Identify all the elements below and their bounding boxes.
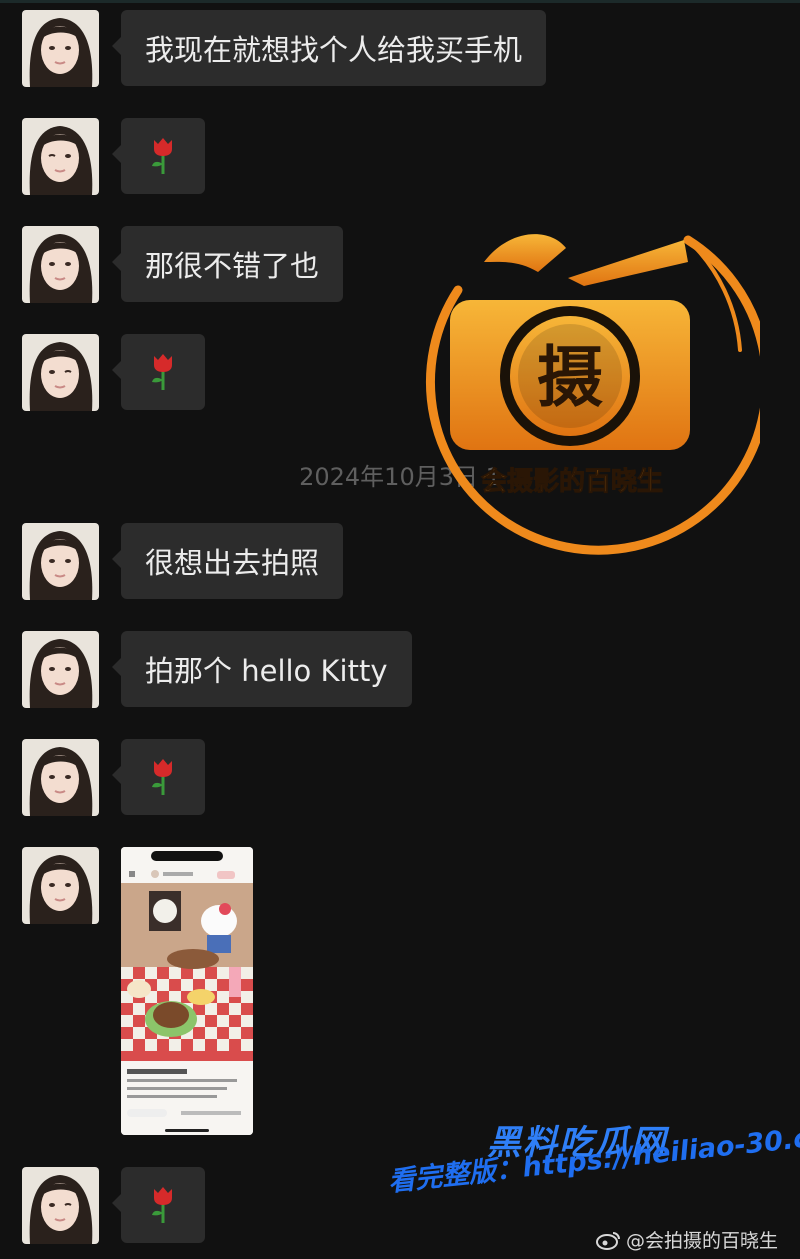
message-row: 拍那个 hello Kitty xyxy=(22,631,412,708)
message-row: 那很不错了也 xyxy=(22,226,344,303)
message-row xyxy=(22,1167,205,1244)
logo-character: 摄 xyxy=(537,338,603,416)
watermark-logo: 摄 会摄影的百晓生 xyxy=(388,200,771,560)
message-row: 很想出去拍照 xyxy=(22,523,344,600)
message-row xyxy=(22,847,253,1135)
message-row: 我现在就想找个人给我买手机 xyxy=(22,10,547,87)
rose-icon xyxy=(152,1187,172,1223)
rose-icon xyxy=(152,354,172,390)
message-bubble[interactable] xyxy=(112,1167,205,1243)
weibo-handle: @会拍摄的百晓生 xyxy=(596,1226,778,1253)
avatar[interactable] xyxy=(22,226,99,303)
hello-kitty-screenshot xyxy=(121,847,253,1135)
message-bubble[interactable] xyxy=(112,739,205,815)
message-text: 拍那个 hello Kitty xyxy=(145,654,388,688)
avatar[interactable] xyxy=(22,334,99,411)
message-row xyxy=(22,118,205,195)
message-row xyxy=(22,334,205,411)
rose-icon xyxy=(152,759,172,795)
avatar[interactable] xyxy=(22,739,99,816)
message-bubble[interactable]: 很想出去拍照 xyxy=(111,523,344,599)
message-text: 我现在就想找个人给我买手机 xyxy=(145,33,523,67)
logo-caption: 会摄影的百晓生 xyxy=(481,466,663,497)
avatar[interactable] xyxy=(22,10,99,87)
image-message[interactable] xyxy=(121,847,253,1135)
message-bubble[interactable]: 我现在就想找个人给我买手机 xyxy=(111,10,547,86)
message-bubble[interactable] xyxy=(112,334,205,410)
avatar[interactable] xyxy=(22,847,99,924)
message-bubble[interactable]: 那很不错了也 xyxy=(111,226,344,302)
avatar[interactable] xyxy=(22,523,99,600)
avatar[interactable] xyxy=(22,1167,99,1244)
weibo-icon xyxy=(596,1231,620,1250)
avatar[interactable] xyxy=(22,118,99,195)
message-text: 那很不错了也 xyxy=(145,249,320,283)
weibo-text: @会拍摄的百晓生 xyxy=(626,1230,779,1252)
message-text: 很想出去拍照 xyxy=(145,546,320,580)
message-bubble[interactable] xyxy=(112,118,205,194)
rose-icon xyxy=(152,138,172,174)
avatar[interactable] xyxy=(22,631,99,708)
message-bubble[interactable]: 拍那个 hello Kitty xyxy=(112,631,412,707)
message-row xyxy=(22,739,205,816)
top-edge xyxy=(0,0,800,3)
